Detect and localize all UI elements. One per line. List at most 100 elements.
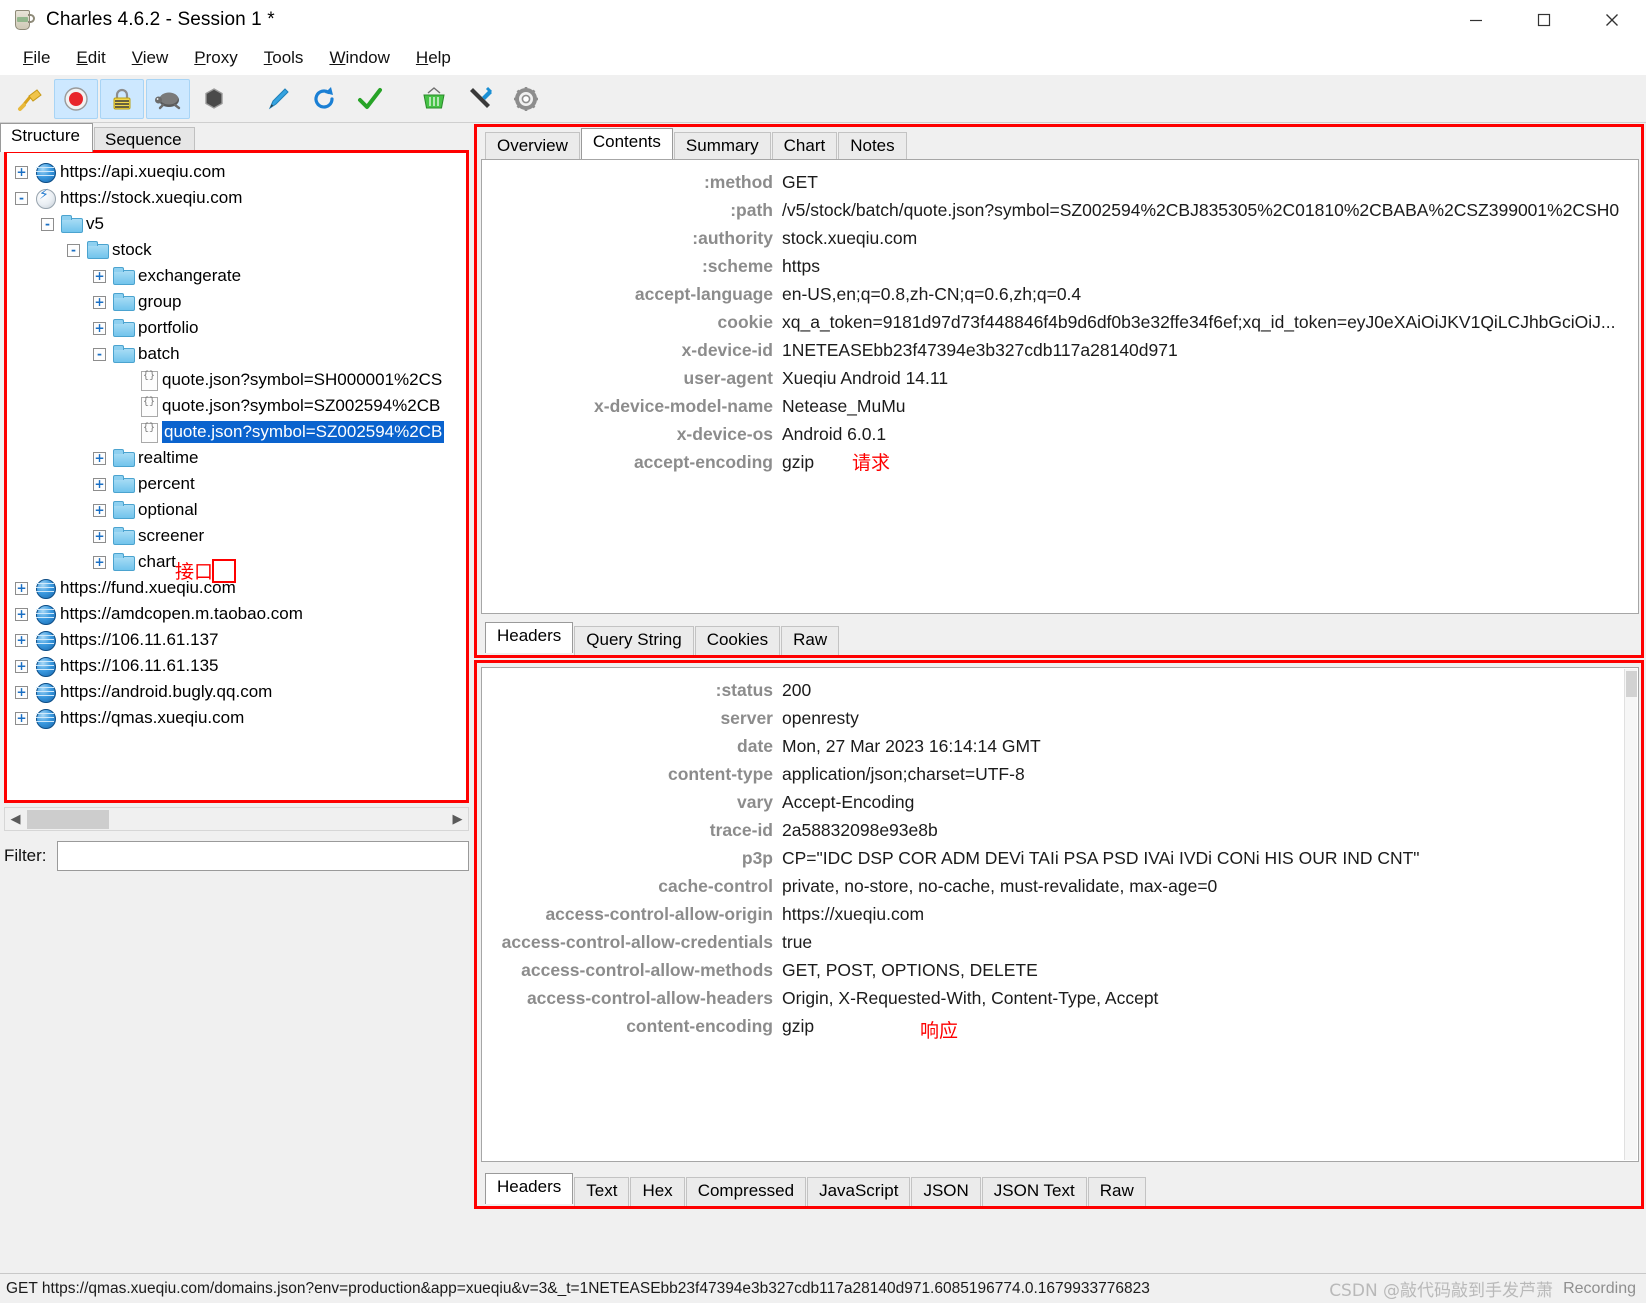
- collapse-icon[interactable]: -: [41, 217, 54, 231]
- tree-node[interactable]: + https://android.bugly.qq.com: [7, 679, 466, 705]
- tree-node[interactable]: + https://106.11.61.135: [7, 653, 466, 679]
- tree-node[interactable]: quote.json?symbol=SH000001%2CS: [7, 367, 466, 393]
- header-row[interactable]: x-device-model-name Netease_MuMu: [482, 392, 1638, 420]
- header-row[interactable]: server openresty: [482, 704, 1638, 732]
- scroll-left-arrow-icon[interactable]: ◀: [5, 808, 26, 830]
- response-vertical-scrollbar[interactable]: [1624, 669, 1637, 1160]
- header-row[interactable]: access-control-allow-headers Origin, X-Re…: [482, 984, 1638, 1012]
- res-tab-raw[interactable]: Raw: [1087, 1177, 1146, 1206]
- record-icon[interactable]: [54, 78, 98, 119]
- tab-contents[interactable]: Contents: [580, 128, 673, 159]
- expand-icon[interactable]: +: [15, 685, 28, 699]
- req-tab-headers[interactable]: Headers: [485, 622, 574, 653]
- ssl-proxying-icon[interactable]: [100, 78, 144, 119]
- tree-horizontal-scrollbar[interactable]: ◀ ▶: [4, 807, 469, 831]
- expand-icon[interactable]: +: [93, 529, 106, 543]
- expand-icon[interactable]: +: [93, 321, 106, 335]
- res-tab-hex[interactable]: Hex: [630, 1177, 685, 1206]
- compose-icon[interactable]: [256, 79, 300, 119]
- header-row[interactable]: user-agent Xueqiu Android 14.11: [482, 364, 1638, 392]
- close-button[interactable]: [1578, 0, 1646, 40]
- expand-icon[interactable]: +: [15, 711, 28, 725]
- tree-node[interactable]: + portfolio: [7, 315, 466, 341]
- scroll-right-arrow-icon[interactable]: ▶: [447, 808, 468, 830]
- header-row[interactable]: cache-control private, no-store, no-cache…: [482, 872, 1638, 900]
- collapse-icon[interactable]: -: [67, 243, 80, 257]
- expand-icon[interactable]: +: [93, 269, 106, 283]
- res-tab-json[interactable]: JSON: [911, 1177, 981, 1206]
- tree-node[interactable]: + chart: [7, 549, 466, 575]
- menu-file[interactable]: FFileile: [10, 45, 63, 71]
- tab-summary[interactable]: Summary: [673, 132, 771, 161]
- res-tab-compressed[interactable]: Compressed: [685, 1177, 807, 1206]
- tree-node[interactable]: + https://qmas.xueqiu.com: [7, 705, 466, 731]
- breakpoints-icon[interactable]: [192, 79, 236, 119]
- tree-node[interactable]: + optional: [7, 497, 466, 523]
- tree-node[interactable]: + group: [7, 289, 466, 315]
- header-row[interactable]: trace-id 2a58832098e93e8b: [482, 816, 1638, 844]
- minimize-button[interactable]: [1442, 0, 1510, 40]
- response-scrollbar-thumb[interactable]: [1626, 671, 1637, 697]
- tab-overview[interactable]: Overview: [485, 132, 580, 161]
- tree-node[interactable]: quote.json?symbol=SZ002594%2CB: [7, 419, 466, 445]
- header-row[interactable]: vary Accept-Encoding: [482, 788, 1638, 816]
- tab-structure[interactable]: Structure: [0, 123, 93, 152]
- tree-node[interactable]: - stock: [7, 237, 466, 263]
- tree-hscroll-wrap[interactable]: ◀ ▶: [4, 807, 469, 833]
- header-row[interactable]: :scheme https: [482, 252, 1638, 280]
- tab-chart[interactable]: Chart: [771, 132, 838, 161]
- tree-node[interactable]: + https://fund.xueqiu.com: [7, 575, 466, 601]
- expand-icon[interactable]: +: [93, 295, 106, 309]
- expand-icon[interactable]: +: [15, 633, 28, 647]
- tree-node[interactable]: + https://106.11.61.137: [7, 627, 466, 653]
- header-row[interactable]: content-type application/json;charset=UTF…: [482, 760, 1638, 788]
- res-tab-javascript[interactable]: JavaScript: [807, 1177, 911, 1206]
- menu-view[interactable]: View: [119, 45, 182, 71]
- res-tab-text[interactable]: Text: [574, 1177, 630, 1206]
- throttle-icon[interactable]: [146, 78, 190, 119]
- tree-node[interactable]: + exchangerate: [7, 263, 466, 289]
- req-tab-raw[interactable]: Raw: [781, 626, 840, 655]
- expand-icon[interactable]: +: [93, 503, 106, 517]
- header-row[interactable]: access-control-allow-origin https://xueqi…: [482, 900, 1638, 928]
- response-headers-view[interactable]: :status 200 server openresty date Mon, 27 Mar…: [481, 667, 1639, 1162]
- header-row[interactable]: accept-language en-US,en;q=0.8,zh-CN;q=0.…: [482, 280, 1638, 308]
- header-row[interactable]: :method GET: [482, 168, 1638, 196]
- expand-icon[interactable]: +: [15, 659, 28, 673]
- validate-icon[interactable]: [348, 79, 392, 119]
- collapse-icon[interactable]: -: [93, 347, 106, 361]
- tree-node[interactable]: quote.json?symbol=SZ002594%2CB: [7, 393, 466, 419]
- filter-input[interactable]: [56, 841, 469, 871]
- tree-node[interactable]: + screener: [7, 523, 466, 549]
- req-tab-query-string[interactable]: Query String: [574, 626, 694, 655]
- res-tab-headers[interactable]: Headers: [485, 1173, 574, 1204]
- tree-node[interactable]: - v5: [7, 211, 466, 237]
- menu-edit[interactable]: Edit: [63, 45, 118, 71]
- collapse-icon[interactable]: -: [15, 191, 28, 205]
- scrollbar-thumb[interactable]: [27, 810, 109, 829]
- tree-node[interactable]: + realtime: [7, 445, 466, 471]
- expand-icon[interactable]: +: [15, 581, 28, 595]
- header-row[interactable]: access-control-allow-credentials true: [482, 928, 1638, 956]
- tools-basket-icon[interactable]: [412, 79, 456, 119]
- header-row[interactable]: p3p CP="IDC DSP COR ADM DEVi TAIi PSA PSD…: [482, 844, 1638, 872]
- expand-icon[interactable]: +: [15, 607, 28, 621]
- expand-icon[interactable]: +: [93, 555, 106, 569]
- header-row[interactable]: x-device-os Android 6.0.1: [482, 420, 1638, 448]
- clear-session-icon[interactable]: [8, 79, 52, 119]
- expand-icon[interactable]: +: [15, 165, 28, 179]
- request-headers-view[interactable]: :method GET:path/v5/stock/batch/quote.jso…: [481, 159, 1639, 614]
- header-row[interactable]: :status 200: [482, 676, 1638, 704]
- header-row[interactable]: date Mon, 27 Mar 2023 16:14:14 GMT: [482, 732, 1638, 760]
- menu-proxy[interactable]: Proxy: [181, 45, 250, 71]
- tree-node[interactable]: - batch: [7, 341, 466, 367]
- tree-node[interactable]: - https://stock.xueqiu.com: [7, 185, 466, 211]
- expand-icon[interactable]: +: [93, 451, 106, 465]
- header-row[interactable]: content-encoding gzip: [482, 1012, 1638, 1040]
- header-row[interactable]: :authority stock.xueqiu.com: [482, 224, 1638, 252]
- session-tree-container[interactable]: +https://api.xueqiu.com-https://stock.xu…: [4, 150, 469, 803]
- menu-help[interactable]: Help: [403, 45, 464, 71]
- maximize-button[interactable]: [1510, 0, 1578, 40]
- res-tab-json-text[interactable]: JSON Text: [981, 1177, 1087, 1206]
- tree-node[interactable]: + https://amdcopen.m.taobao.com: [7, 601, 466, 627]
